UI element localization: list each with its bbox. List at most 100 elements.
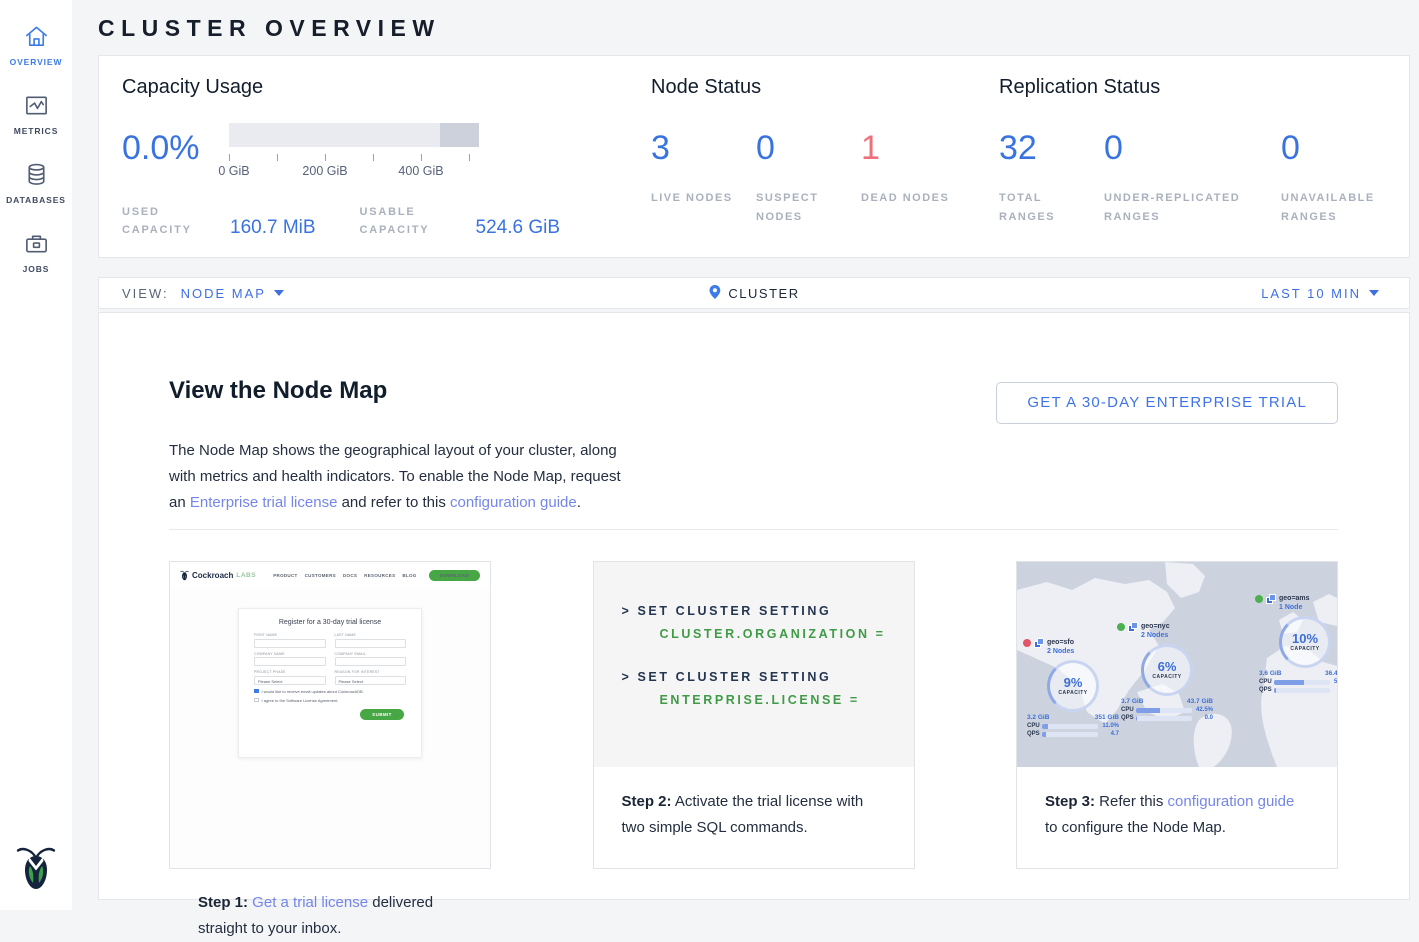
download-button: DOWNLOAD — [429, 570, 480, 581]
field-label: FIRST NAME — [254, 633, 326, 637]
sidebar: OVERVIEW METRICS DATABASES — [0, 0, 72, 910]
configuration-guide-link[interactable]: configuration guide — [450, 494, 577, 511]
database-icon — [23, 161, 50, 188]
sidebar-item-label: DATABASES — [6, 195, 66, 205]
node-cube-icon — [1128, 622, 1138, 632]
unavailable-ranges-label: UNAVAILABLE RANGES — [1281, 189, 1373, 226]
usable-capacity-label: USABLE CAPACITY — [360, 203, 468, 239]
axis-tick-label: 400 GiB — [398, 164, 443, 178]
capacity-total: 351 GiB — [1095, 714, 1119, 721]
view-selector-dropdown[interactable]: NODE MAP — [181, 286, 284, 301]
suspect-nodes-stat: 0 SUSPECT NODES — [756, 123, 861, 226]
step-label: Step 1: — [198, 894, 248, 911]
capacity-used: 3.7 GiB — [1121, 698, 1143, 705]
usable-capacity-value: 524.6 GiB — [476, 217, 561, 239]
briefcase-icon — [23, 230, 50, 257]
capacity-used: 3.6 GiB — [1259, 670, 1281, 677]
capacity-gauge: 9% CAPACITY — [1047, 660, 1099, 712]
enterprise-trial-button[interactable]: GET A 30-DAY ENTERPRISE TRIAL — [996, 382, 1338, 424]
live-status-icon — [1255, 595, 1263, 603]
field-label: COMPANY EMAIL — [335, 652, 407, 656]
node-status-title: Node Status — [651, 76, 966, 99]
replication-status-title: Replication Status — [999, 76, 1386, 99]
site-nav-item: DOCS — [343, 573, 357, 578]
total-ranges-label: TOTAL RANGES — [999, 189, 1091, 226]
site-nav-item: RESOURCES — [364, 573, 395, 578]
step-3-map-thumbnail: geo=sfo 2 Nodes 9% CAPACITY 3.2 GiB 351 … — [1017, 562, 1337, 767]
live-nodes-value: 3 — [651, 123, 756, 165]
cockroach-labs-logo: Cockroach LABS — [180, 570, 256, 581]
sidebar-item-jobs[interactable]: JOBS — [0, 217, 72, 286]
live-nodes-label: LIVE NODES — [651, 189, 743, 208]
caption-text: Refer this — [1095, 793, 1168, 810]
project-phase-select: Please Select — [254, 676, 326, 685]
dead-nodes-value: 1 — [861, 123, 966, 165]
cpu-bar — [1042, 724, 1098, 729]
qps-bar — [1042, 732, 1098, 737]
step-label: Step 3: — [1045, 793, 1095, 810]
company-name-field — [254, 657, 326, 666]
under-replicated-ranges-stat: 0 UNDER-REPLICATED RANGES — [1104, 123, 1281, 226]
step-3-caption: Step 3: Refer this configuration guide t… — [1017, 767, 1337, 841]
sidebar-item-label: JOBS — [23, 264, 50, 274]
step-1-card: Cockroach LABS PRODUCT CUSTOMERS DOCS RE… — [169, 561, 491, 869]
breadcrumb-cluster[interactable]: CLUSTER — [708, 284, 799, 303]
cluster-summary-card: Capacity Usage 0.0% 0 GiB 200 GiB 400 Gi… — [98, 55, 1410, 258]
capacity-used: 3.2 GiB — [1027, 714, 1049, 721]
axis-tick — [277, 154, 278, 161]
locality-name: geo=ams — [1279, 595, 1310, 602]
locality-node-count: 2 Nodes — [1047, 648, 1074, 655]
registration-form: Register for a 30-day trial license FIRS… — [238, 608, 422, 758]
time-range-dropdown[interactable]: LAST 10 MIN — [1261, 286, 1379, 301]
checkbox-checked — [254, 689, 259, 694]
step-2-card: > SET CLUSTER SETTING CLUSTER.ORGANIZATI… — [593, 561, 915, 869]
field-label: PROJECT PHASE — [254, 670, 326, 674]
submit-button: SUBMIT — [360, 709, 404, 720]
get-trial-license-link[interactable]: Get a trial license — [248, 894, 368, 911]
steps-row: Cockroach LABS PRODUCT CUSTOMERS DOCS RE… — [169, 561, 1338, 869]
live-nodes-stat: 3 LIVE NODES — [651, 123, 756, 226]
axis-tick — [325, 154, 326, 161]
replication-status-section: Replication Status 32 TOTAL RANGES 0 UND… — [999, 76, 1386, 226]
locality-name: geo=nyc — [1141, 623, 1170, 630]
capacity-used-percent: 0.0% — [122, 123, 229, 183]
chevron-down-icon — [274, 290, 284, 296]
page-title: CLUSTER OVERVIEW — [98, 15, 1419, 42]
cpu-bar — [1274, 680, 1330, 685]
sidebar-item-databases[interactable]: DATABASES — [0, 148, 72, 217]
field-label: REASON FOR INTEREST — [335, 670, 407, 674]
last-name-field — [335, 639, 407, 648]
capacity-gauge: 6% CAPACITY — [1141, 644, 1193, 696]
node-map-card: View the Node Map The Node Map shows the… — [98, 312, 1410, 900]
step-1-thumbnail: Cockroach LABS PRODUCT CUSTOMERS DOCS RE… — [170, 562, 490, 868]
total-ranges-value: 32 — [999, 123, 1104, 165]
sidebar-item-overview[interactable]: OVERVIEW — [0, 10, 72, 79]
description-text: . — [577, 494, 581, 511]
capacity-gauge: 10% CAPACITY — [1279, 616, 1331, 668]
sidebar-item-metrics[interactable]: METRICS — [0, 79, 72, 148]
checkbox-unchecked — [254, 698, 259, 703]
main-content: CLUSTER OVERVIEW Capacity Usage 0.0% 0 G… — [72, 0, 1419, 910]
enterprise-trial-license-link[interactable]: Enterprise trial license — [190, 494, 338, 511]
description-text: and refer to this — [337, 494, 450, 511]
under-replicated-ranges-label: UNDER-REPLICATED RANGES — [1104, 189, 1264, 226]
axis-tick-label: 0 GiB — [218, 164, 249, 178]
node-cube-icon — [1266, 594, 1276, 604]
suspect-nodes-value: 0 — [756, 123, 861, 165]
locality-node-count: 2 Nodes — [1141, 632, 1168, 639]
step-1-caption: Step 1: Get a trial license delivered st… — [170, 868, 490, 942]
dead-status-icon — [1023, 639, 1031, 647]
axis-tick — [469, 154, 470, 161]
under-replicated-ranges-value: 0 — [1104, 123, 1281, 165]
configuration-guide-link[interactable]: configuration guide — [1168, 793, 1295, 810]
used-capacity-value: 160.7 MiB — [230, 217, 316, 239]
sql-setting: ENTERPRISE.LICENSE = — [660, 693, 914, 707]
divider — [169, 529, 1338, 530]
site-nav-item: BLOG — [402, 573, 416, 578]
suspect-nodes-label: SUSPECT NODES — [756, 189, 848, 226]
sql-prompt: > SET CLUSTER SETTING — [622, 604, 914, 618]
locality-badge-sfo: geo=sfo 2 Nodes 9% CAPACITY 3.2 GiB 351 … — [1023, 638, 1123, 737]
sql-setting: CLUSTER.ORGANIZATION = — [660, 627, 914, 641]
qps-bar — [1274, 688, 1330, 693]
live-status-icon — [1117, 623, 1125, 631]
